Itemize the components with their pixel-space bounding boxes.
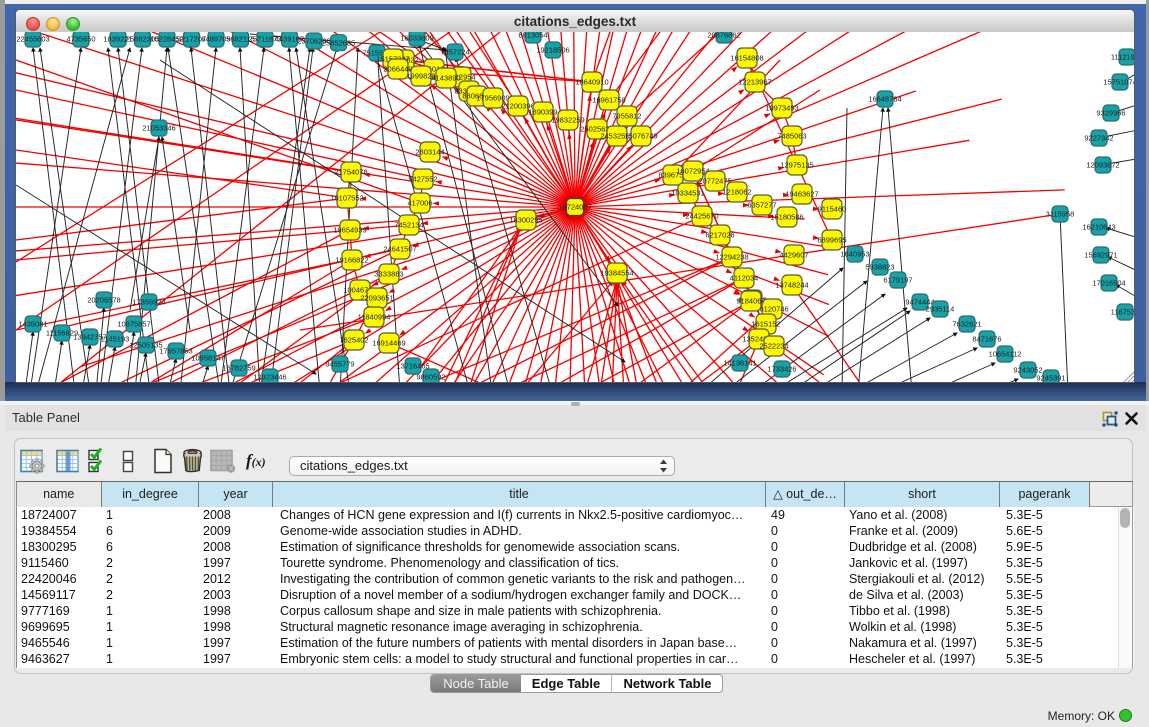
svg-text:24641507: 24641507 [383, 245, 416, 254]
svg-text:417006: 417006 [407, 199, 432, 208]
svg-text:10654112: 10654112 [989, 350, 1022, 359]
svg-text:4143890: 4143890 [431, 74, 460, 83]
svg-text:16961758: 16961758 [592, 96, 625, 105]
svg-text:9427552: 9427552 [408, 175, 437, 184]
svg-text:11840994: 11840994 [358, 313, 391, 322]
svg-text:15692971: 15692971 [1084, 251, 1117, 260]
svg-text:4429607: 4429607 [779, 251, 808, 260]
svg-text:10975857: 10975857 [117, 320, 150, 329]
svg-text:16107552: 16107552 [330, 194, 363, 203]
svg-text:16914469: 16914469 [372, 339, 405, 348]
svg-text:4735650: 4735650 [66, 35, 95, 44]
svg-text:6357277: 6357277 [747, 201, 776, 210]
svg-text:22455603: 22455603 [16, 35, 49, 44]
svg-text:11121945: 11121945 [1111, 53, 1134, 62]
svg-text:4112034: 4112034 [730, 274, 759, 283]
svg-text:7632621: 7632621 [952, 320, 981, 329]
svg-text:3115958: 3115958 [1046, 210, 1075, 219]
svg-text:15751074: 15751074 [1103, 78, 1134, 87]
svg-text:20876862: 20876862 [707, 32, 740, 40]
svg-text:7357224: 7357224 [440, 48, 469, 57]
svg-text:12505135: 12505135 [129, 341, 162, 350]
svg-text:15076749: 15076749 [624, 132, 657, 141]
svg-text:9860592: 9860592 [416, 373, 445, 382]
svg-text:10334531: 10334531 [671, 189, 704, 198]
svg-text:20206578: 20206578 [87, 296, 120, 305]
svg-text:22093651: 22093651 [360, 294, 393, 303]
svg-text:7625402: 7625402 [339, 336, 368, 345]
svg-text:13748244: 13748244 [775, 281, 808, 290]
svg-text:25852685: 25852685 [322, 38, 355, 47]
svg-text:1435081: 1435081 [18, 320, 47, 329]
svg-text:24425670: 24425670 [685, 212, 718, 221]
svg-text:12294238: 12294238 [715, 253, 748, 262]
svg-text:15180586: 15180586 [770, 213, 803, 222]
svg-text:7955812: 7955812 [612, 112, 641, 121]
svg-text:1218062: 1218062 [722, 188, 751, 197]
svg-text:12093872: 12093872 [1086, 161, 1119, 170]
svg-text:2803144: 2803144 [415, 148, 444, 157]
svg-text:1167533: 1167533 [1111, 308, 1134, 317]
svg-text:19166822: 19166822 [335, 256, 368, 265]
svg-text:6179197: 6179197 [883, 276, 912, 285]
svg-text:18300295: 18300295 [509, 216, 542, 225]
svg-text:9245391: 9245391 [1036, 374, 1065, 382]
svg-text:9115460: 9115460 [818, 205, 847, 214]
svg-text:17359924: 17359924 [132, 298, 165, 307]
svg-text:16782759: 16782759 [222, 364, 255, 373]
svg-text:21754078: 21754078 [334, 168, 367, 177]
svg-text:18640910: 18640910 [575, 78, 608, 87]
svg-text:6217026: 6217026 [705, 231, 734, 240]
svg-text:2522234: 2522234 [759, 342, 788, 351]
svg-text:8471676: 8471676 [972, 335, 1001, 344]
svg-text:2935114: 2935114 [926, 305, 955, 314]
svg-text:17957853: 17957853 [159, 347, 192, 356]
svg-text:1145193: 1145193 [101, 335, 130, 344]
svg-text:1733426: 1733426 [767, 365, 796, 374]
svg-text:19463627: 19463627 [785, 190, 818, 199]
svg-text:21053346: 21053346 [142, 124, 175, 133]
svg-text:10973493: 10973493 [765, 104, 798, 113]
svg-text:9455779: 9455779 [325, 360, 354, 369]
svg-text:9184067: 9184067 [736, 297, 765, 306]
svg-text:17016504: 17016504 [1092, 279, 1125, 288]
svg-text:14136141: 14136141 [723, 359, 756, 368]
svg-text:6899695: 6899695 [817, 236, 846, 245]
svg-text:19384554: 19384554 [600, 269, 633, 278]
svg-text:18724007: 18724007 [558, 203, 591, 212]
svg-text:16210643: 16210643 [1082, 223, 1115, 232]
svg-text:16648784: 16648784 [868, 95, 901, 104]
svg-text:12975135: 12975135 [780, 161, 813, 170]
svg-text:9329966: 9329966 [1096, 109, 1125, 118]
svg-text:3333883: 3333883 [374, 270, 403, 279]
svg-text:16033809: 16033809 [400, 34, 433, 43]
svg-text:19832259: 19832259 [551, 116, 584, 125]
svg-text:12213967: 12213967 [738, 78, 771, 87]
svg-text:7485063: 7485063 [777, 132, 806, 141]
svg-text:16154808: 16154808 [730, 54, 763, 63]
svg-text:9227342: 9227342 [1084, 134, 1113, 143]
svg-text:1615152: 1615152 [751, 320, 780, 329]
svg-text:5938823: 5938823 [865, 263, 894, 272]
svg-text:19654939: 19654939 [333, 226, 366, 235]
svg-text:12923446: 12923446 [253, 373, 286, 382]
svg-text:7452134: 7452134 [394, 221, 423, 230]
svg-text:8813054: 8813054 [518, 32, 547, 40]
svg-text:19218506: 19218506 [536, 46, 569, 55]
svg-text:20772475: 20772475 [698, 177, 731, 186]
svg-text:10958147: 10958147 [191, 354, 224, 363]
svg-text:1640953: 1640953 [840, 250, 869, 259]
